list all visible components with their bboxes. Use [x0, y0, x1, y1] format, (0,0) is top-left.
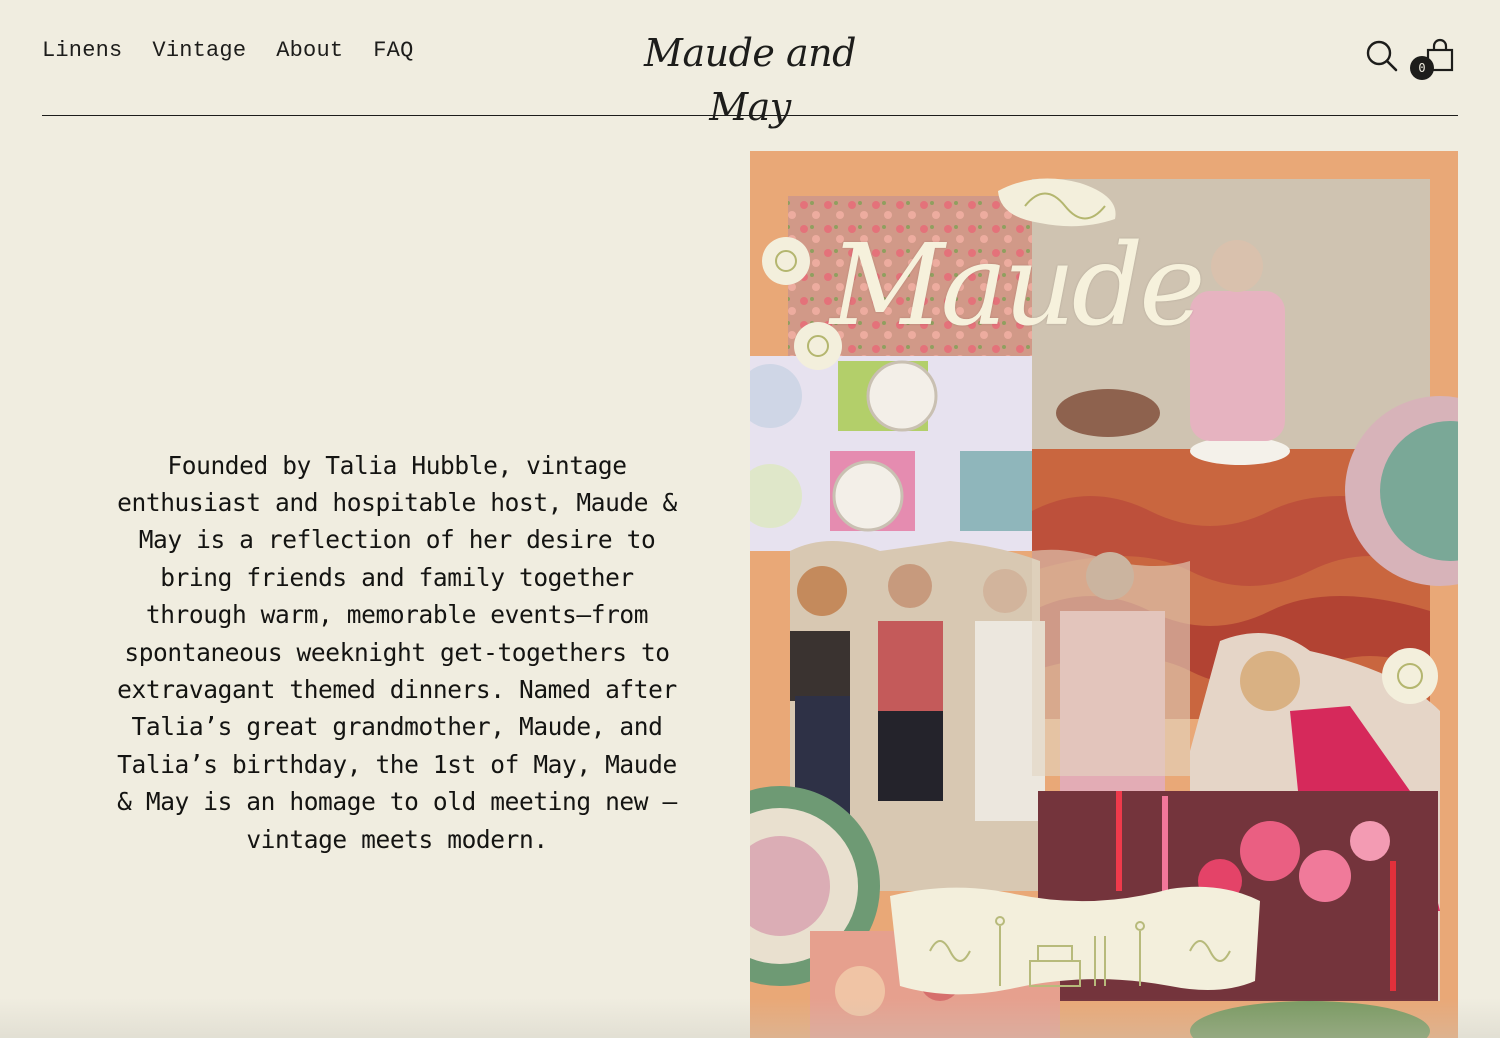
collage-maude-lettering: Maude	[830, 221, 1206, 351]
nav-vintage[interactable]: Vintage	[152, 38, 246, 63]
about-story-text: Founded by Talia Hubble, vintage enthusi…	[117, 450, 677, 854]
nav-faq[interactable]: FAQ	[373, 38, 413, 63]
search-icon	[1366, 40, 1398, 72]
nav-linens[interactable]: Linens	[42, 38, 122, 63]
about-collage-image: Maude	[750, 151, 1458, 1038]
brand-logo[interactable]: Maude and May	[620, 26, 880, 129]
header-actions: 0	[1364, 38, 1458, 80]
site-header: Linens Vintage About FAQ Maude and May 0	[42, 0, 1458, 129]
cart-count-badge: 0	[1410, 56, 1434, 80]
page-bottom-shadow	[0, 998, 1500, 1038]
main-nav: Linens Vintage About FAQ	[42, 38, 413, 63]
search-button[interactable]	[1364, 38, 1400, 74]
brand-logo-text: Maude and May	[644, 31, 856, 129]
cart-button[interactable]: 0	[1410, 38, 1458, 80]
nav-about[interactable]: About	[276, 38, 343, 63]
